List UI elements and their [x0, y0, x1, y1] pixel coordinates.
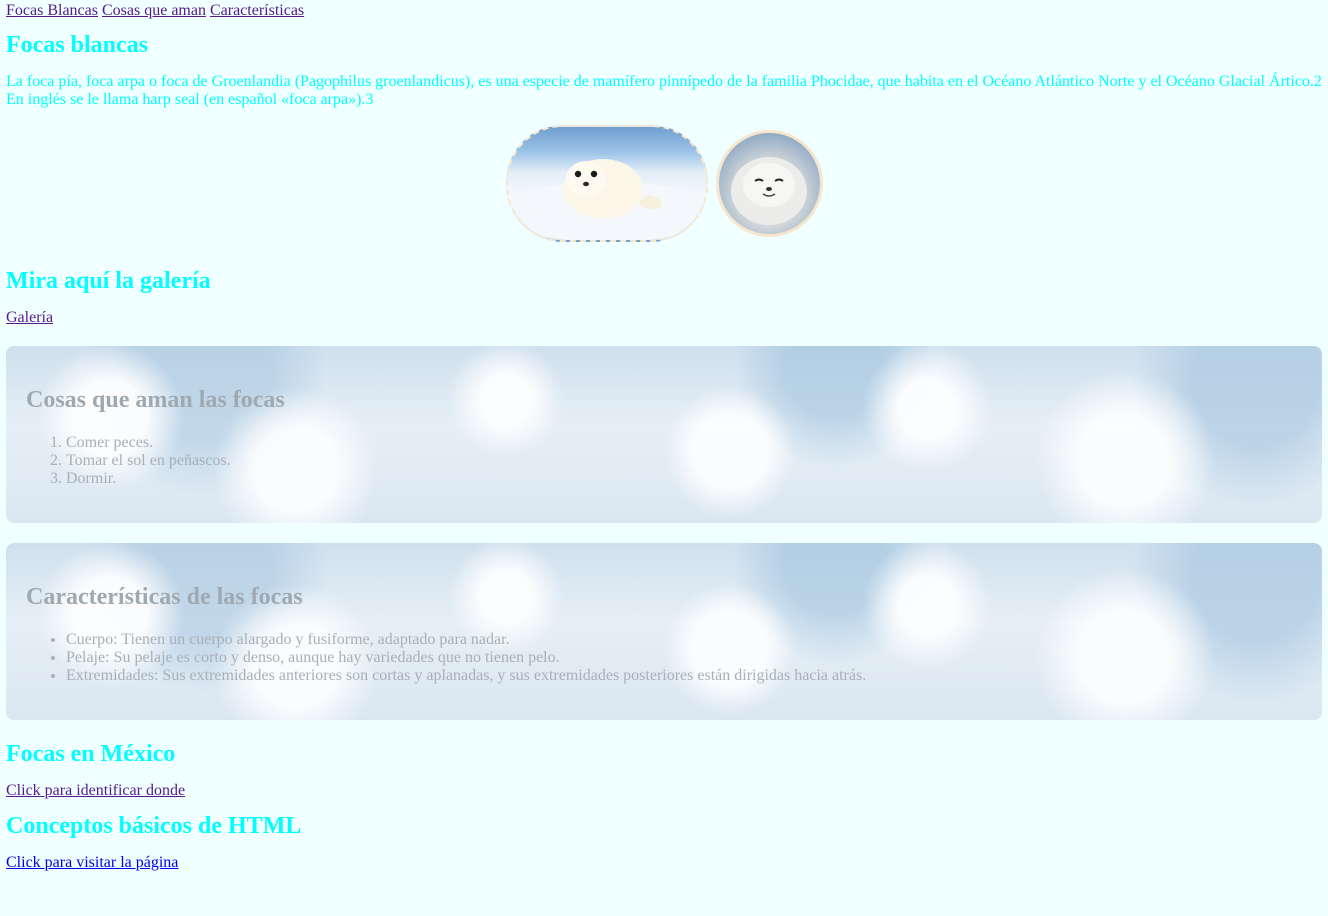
nav-link-cosas-que-aman[interactable]: Cosas que aman — [102, 2, 206, 19]
html-basics-link[interactable]: Click para visitar la página — [6, 854, 178, 871]
intro-title: Focas blancas — [6, 32, 149, 58]
page: Focas Blancas Cosas que aman Característ… — [0, 0, 1328, 872]
list-item: Dormir. — [66, 470, 1302, 488]
loves-section: Cosas que aman las focas Comer peces. To… — [6, 346, 1322, 523]
gallery-title: Mira aquí la galería — [6, 268, 211, 294]
loves-title: Cosas que aman las focas — [26, 387, 285, 413]
nav-link-focas-blancas[interactable]: Focas Blancas — [6, 2, 98, 19]
mexico-link[interactable]: Click para identificar donde — [6, 782, 185, 799]
photo-row — [6, 123, 1322, 243]
intro-text: La foca pía, foca arpa o foca de Groenla… — [6, 73, 1322, 108]
seal-pup-lying-image — [507, 158, 706, 240]
features-list: Cuerpo: Tienen un cuerpo alargado y fusi… — [26, 631, 1302, 685]
loves-list: Comer peces. Tomar el sol en peñascos. D… — [26, 434, 1302, 488]
html-basics-title: Conceptos básicos de HTML — [6, 813, 302, 839]
seal-photo-oval — [505, 124, 708, 242]
nav-link-caracteristicas[interactable]: Características — [210, 2, 304, 19]
list-item: Comer peces. — [66, 434, 1302, 452]
top-nav: Focas Blancas Cosas que aman Característ… — [6, 0, 1322, 21]
features-section: Características de las focas Cuerpo: Tie… — [6, 543, 1322, 720]
gallery-link[interactable]: Galería — [6, 309, 53, 326]
features-title: Características de las focas — [26, 584, 303, 610]
list-item: Cuerpo: Tienen un cuerpo alargado y fusi… — [66, 631, 1302, 649]
list-item: Pelaje: Su pelaje es corto y denso, aunq… — [66, 649, 1302, 667]
list-item: Extremidades: Sus extremidades anteriore… — [66, 667, 1302, 685]
seal-pup-face-image — [730, 156, 807, 225]
list-item: Tomar el sol en peñascos. — [66, 452, 1302, 470]
mexico-title: Focas en México — [6, 741, 176, 767]
seal-photo-circle — [715, 129, 823, 237]
